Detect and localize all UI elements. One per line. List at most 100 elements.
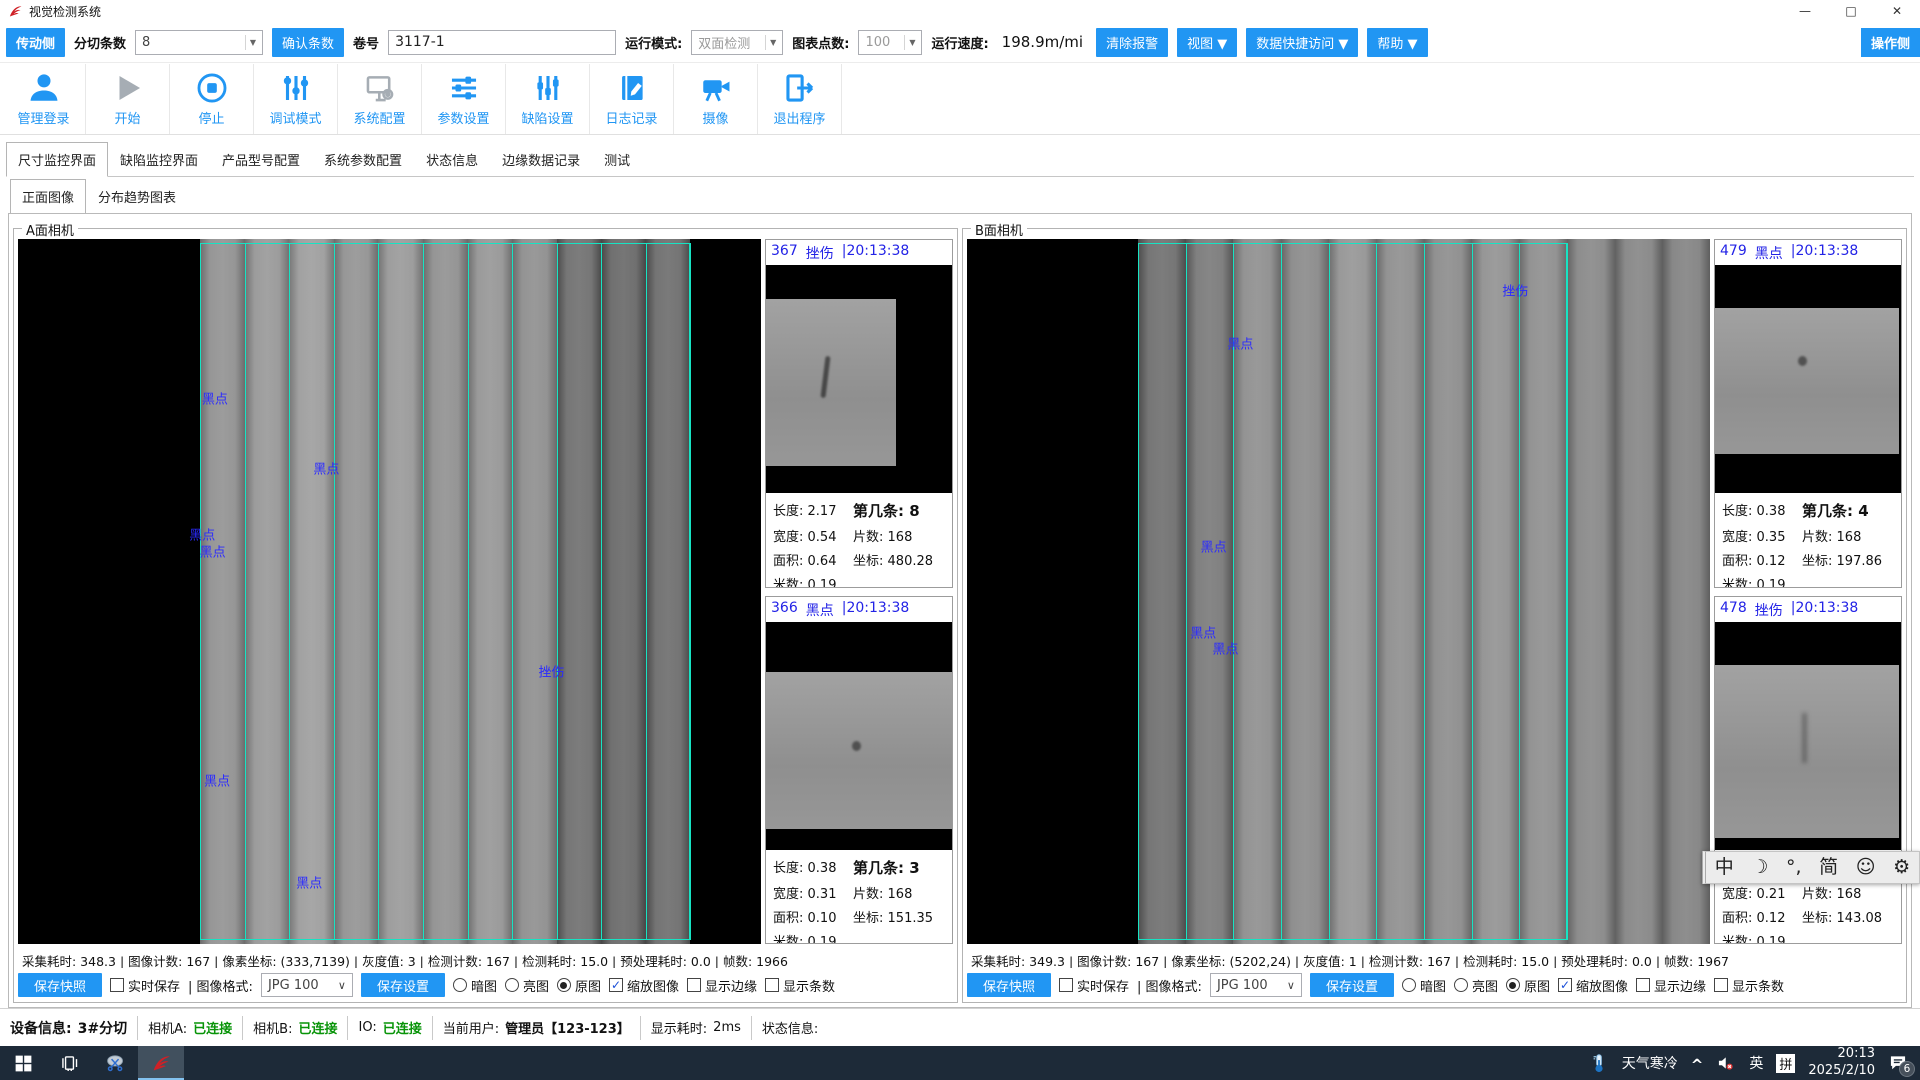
display-option-checkbox-0[interactable]: 缩放图像 <box>609 976 679 995</box>
sub-tab-0[interactable]: 正面图像 <box>10 179 86 214</box>
ribbon-item-user[interactable]: 管理登录 <box>2 64 86 134</box>
chart-points-select[interactable]: 100 ▼ <box>858 30 922 55</box>
stat-value: 0.12 <box>1757 554 1786 569</box>
image-mode-radio-1[interactable]: 亮图 <box>505 976 549 995</box>
app-taskbar-button[interactable] <box>138 1046 184 1080</box>
defect-card-header: 367挫伤|20:13:38 <box>766 240 952 265</box>
image-format-select[interactable]: JPG 100∨ <box>261 973 353 997</box>
main-tab-1[interactable]: 缺陷监控界面 <box>108 142 210 176</box>
image-format-select[interactable]: JPG 100∨ <box>1210 973 1302 997</box>
ribbon-item-label: 停止 <box>198 108 224 127</box>
toolbar-button-3[interactable]: 帮助 ▼ <box>1367 28 1427 57</box>
display-option-checkbox-1[interactable]: 显示边缘 <box>687 976 757 995</box>
notification-center-button[interactable]: 6 <box>1888 1053 1908 1073</box>
lang-pinyin-indicator[interactable]: 拼 <box>1776 1054 1795 1073</box>
defect-card[interactable]: 479黑点|20:13:38长度: 0.38第几条: 4宽度: 0.35片数: … <box>1714 239 1902 588</box>
ribbon-item-exit[interactable]: 退出程序 <box>758 64 842 134</box>
defect-card[interactable]: 478挫伤|20:13:38长度: 0.57第几条: 3宽度: 0.21片数: … <box>1714 596 1902 945</box>
toolbar-button-2[interactable]: 数据快捷访问 ▼ <box>1246 28 1358 57</box>
stat-value: 0.38 <box>808 861 837 876</box>
realtime-save-checkbox[interactable]: 实时保存 <box>110 976 180 995</box>
film-strip <box>289 239 334 944</box>
minimize-button[interactable]: — <box>1782 0 1828 22</box>
display-option-checkbox-2[interactable]: 显示条数 <box>765 976 835 995</box>
taskbar-clock[interactable]: 20:13 2025/2/10 <box>1808 1046 1875 1080</box>
operator-side-button[interactable]: 操作侧 <box>1861 28 1920 57</box>
defect-id: 478 <box>1720 600 1747 620</box>
stat-width: 宽度: 0.35 <box>1722 526 1802 545</box>
simplified-icon[interactable]: 简 <box>1819 858 1838 877</box>
camera-image[interactable]: 挫伤黑点黑点黑点黑点 <box>967 239 1710 944</box>
strip-boundary-line <box>1186 243 1187 940</box>
run-mode-select[interactable]: 双面检测 ▼ <box>691 30 783 55</box>
close-button[interactable]: ✕ <box>1874 0 1920 22</box>
stat-strip: 第几条: 3 <box>853 857 945 878</box>
image-mode-radio-2[interactable]: 原图 <box>1506 976 1550 995</box>
ribbon-item-defect-settings[interactable]: 缺陷设置 <box>506 64 590 134</box>
ribbon-item-camera[interactable]: 摄像 <box>674 64 758 134</box>
ribbon-item-debug-mode[interactable]: 调试模式 <box>254 64 338 134</box>
snipping-tool-button[interactable] <box>92 1046 138 1080</box>
drive-side-button[interactable]: 传动侧 <box>6 28 65 57</box>
stat-label: 米数: <box>773 935 803 945</box>
main-tab-5[interactable]: 边缘数据记录 <box>490 142 592 176</box>
thermometer-icon[interactable] <box>1589 1053 1609 1073</box>
defect-card[interactable]: 366黑点|20:13:38长度: 0.38第几条: 3宽度: 0.31片数: … <box>765 596 953 945</box>
radio-icon <box>557 978 571 992</box>
main-tab-2[interactable]: 产品型号配置 <box>210 142 312 176</box>
ribbon-item-param-settings[interactable]: 参数设置 <box>422 64 506 134</box>
task-view-button[interactable] <box>46 1046 92 1080</box>
speaker-muted-icon[interactable] <box>1716 1053 1736 1073</box>
toolbar-button-0[interactable]: 清除报警 <box>1096 28 1168 57</box>
stat-value: 0.19 <box>808 935 837 945</box>
main-tab-4[interactable]: 状态信息 <box>414 142 490 176</box>
chinese-mode-icon[interactable]: 中 <box>1715 858 1734 877</box>
image-mode-radio-1[interactable]: 亮图 <box>1454 976 1498 995</box>
half-moon-icon[interactable]: ☽ <box>1751 858 1768 877</box>
save-snapshot-button[interactable]: 保存快照 <box>18 973 102 997</box>
emoji-icon[interactable]: ☺ <box>1856 858 1876 877</box>
strip-boundary-line <box>1472 243 1473 940</box>
icon-toolbar: 管理登录开始停止 调试模式系统配置参数设置缺陷设置日志记录摄像退出程序 <box>0 64 1920 135</box>
punctuation-icon[interactable]: °, <box>1786 858 1802 877</box>
notification-badge: 6 <box>1899 1061 1915 1077</box>
image-format-label: | 图像格式: <box>1137 976 1202 995</box>
strip-boundary-line <box>423 243 424 940</box>
defect-image-label: 挫伤 <box>538 662 564 681</box>
defect-card[interactable]: 367挫伤|20:13:38长度: 2.17第几条: 8宽度: 0.54片数: … <box>765 239 953 588</box>
sub-tab-1[interactable]: 分布趋势图表 <box>86 179 188 213</box>
split-count-select[interactable]: 8 ▼ <box>135 30 263 55</box>
image-mode-radio-0[interactable]: 暗图 <box>1402 976 1446 995</box>
ribbon-item-system-config[interactable]: 系统配置 <box>338 64 422 134</box>
save-settings-button[interactable]: 保存设置 <box>361 973 445 997</box>
maximize-button[interactable]: □ <box>1828 0 1874 22</box>
main-tab-0[interactable]: 尺寸监控界面 <box>6 142 108 177</box>
main-tab-3[interactable]: 系统参数配置 <box>312 142 414 176</box>
lang-english-indicator[interactable]: 英 <box>1749 1053 1763 1073</box>
start-button[interactable] <box>0 1046 46 1080</box>
main-tab-6[interactable]: 测试 <box>592 142 642 176</box>
settings-gear-icon[interactable]: ⚙ <box>1893 858 1910 877</box>
ribbon-item-log[interactable]: 日志记录 <box>590 64 674 134</box>
stat-label: 面积: <box>773 554 803 569</box>
save-snapshot-button[interactable]: 保存快照 <box>967 973 1051 997</box>
display-option-checkbox-1[interactable]: 显示边缘 <box>1636 976 1706 995</box>
tray-expand-icon[interactable]: ^ <box>1691 1056 1704 1074</box>
image-mode-radio-0[interactable]: 暗图 <box>453 976 497 995</box>
image-mode-radio-2[interactable]: 原图 <box>557 976 601 995</box>
confirm-count-button[interactable]: 确认条数 <box>272 28 344 57</box>
defect-mark <box>852 741 861 751</box>
ribbon-item-play[interactable]: 开始 <box>86 64 170 134</box>
weather-text[interactable]: 天气寒冷 <box>1622 1053 1678 1073</box>
checkbox-icon <box>110 978 124 992</box>
film-strip <box>1138 239 1186 944</box>
save-settings-button[interactable]: 保存设置 <box>1310 973 1394 997</box>
ribbon-item-stop[interactable]: 停止 <box>170 64 254 134</box>
camera-image[interactable]: 黑点黑点黑点黑点挫伤黑点黑点 <box>18 239 761 944</box>
toolbar-button-1[interactable]: 视图 ▼ <box>1177 28 1237 57</box>
display-option-checkbox-0[interactable]: 缩放图像 <box>1558 976 1628 995</box>
realtime-save-checkbox[interactable]: 实时保存 <box>1059 976 1129 995</box>
roll-number-input[interactable] <box>388 30 616 55</box>
defect-time: |20:13:38 <box>1791 243 1859 263</box>
display-option-checkbox-2[interactable]: 显示条数 <box>1714 976 1784 995</box>
